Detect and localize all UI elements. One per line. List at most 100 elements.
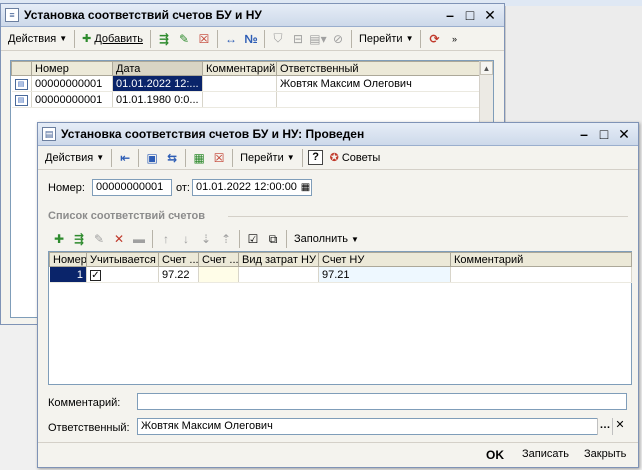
toolbar-separator: [301, 148, 303, 167]
toolbar-overflow-icon[interactable]: »: [444, 29, 464, 49]
select-all-icon[interactable]: ☑: [243, 229, 263, 249]
unpost-document-icon[interactable]: ⇆: [162, 148, 182, 168]
copy-row-icon[interactable]: ⇶: [69, 229, 89, 249]
end-edit-icon[interactable]: ▬: [129, 229, 149, 249]
cell-responsible[interactable]: [276, 91, 482, 108]
tips-label: Советы: [341, 151, 381, 164]
cell-account-2[interactable]: [198, 266, 239, 283]
cell-number[interactable]: 1: [49, 266, 87, 283]
tips-button[interactable]: ✪ Советы: [326, 148, 385, 168]
cell-number[interactable]: 00000000001: [31, 75, 113, 92]
filter-history-icon[interactable]: ▤▾: [308, 29, 328, 49]
column-header-comment[interactable]: Комментарий: [202, 61, 277, 76]
toolbar-separator: [286, 230, 287, 248]
filter-by-value-icon[interactable]: ⊟: [288, 29, 308, 49]
add-button-label: Добавить: [94, 32, 143, 45]
copy-icon[interactable]: ⧉: [263, 229, 283, 249]
mark-delete-icon[interactable]: ☒: [194, 29, 214, 49]
cell-cost-type[interactable]: [238, 266, 319, 283]
column-header-account-2[interactable]: Счет ...: [198, 252, 239, 267]
cell-number[interactable]: 00000000001: [31, 91, 113, 108]
post-and-close-icon[interactable]: ⇤: [115, 148, 135, 168]
clear-filter-icon[interactable]: ⊘: [328, 29, 348, 49]
cell-comment[interactable]: [202, 91, 277, 108]
actions-menu-button[interactable]: Действия ▼: [41, 148, 108, 168]
maximize-icon[interactable]: □: [460, 7, 480, 23]
number-label: Номер:: [48, 182, 85, 194]
post-document-icon[interactable]: ▣: [142, 148, 162, 168]
ok-button[interactable]: OK: [486, 448, 504, 462]
toolbar-separator: [185, 148, 187, 167]
cell-date[interactable]: 01.01.1980 0:0...: [112, 91, 203, 108]
goto-menu-button[interactable]: Перейти ▼: [355, 29, 418, 49]
comment-input[interactable]: [137, 393, 627, 410]
toolbar-separator: [216, 29, 218, 48]
toolbar-separator: [239, 230, 240, 248]
maximize-icon[interactable]: □: [594, 126, 614, 142]
actions-menu-button[interactable]: Действия ▼: [4, 29, 71, 49]
edit-row-icon[interactable]: ✎: [174, 29, 194, 49]
add-button[interactable]: ✚ Добавить: [78, 29, 147, 49]
cell-account-nu[interactable]: 97.21: [318, 266, 451, 283]
delete-movements-icon[interactable]: ☒: [209, 148, 229, 168]
filter-icon[interactable]: ⛉: [268, 29, 288, 49]
dropdown-arrow-icon: ▼: [286, 153, 295, 162]
column-header-number[interactable]: Номер: [31, 61, 113, 76]
clear-field-icon[interactable]: ✕: [612, 418, 627, 435]
column-header-responsible[interactable]: Ответственный: [276, 61, 482, 76]
bottom-divider: [38, 442, 638, 443]
fill-menu-label: Заполнить: [294, 233, 349, 245]
document-window-titlebar[interactable]: ▤ Установка соответствия счетов БУ и НУ:…: [38, 123, 638, 146]
edit-row-icon[interactable]: ✎: [89, 229, 109, 249]
move-up-icon[interactable]: ↑: [156, 229, 176, 249]
close-button[interactable]: Закрыть: [584, 448, 626, 460]
cell-account-bu[interactable]: 97.22: [158, 266, 199, 283]
minimize-icon[interactable]: –: [440, 7, 460, 23]
column-header-account-nu[interactable]: Счет НУ: [318, 252, 451, 267]
counted-checkbox[interactable]: ✓: [90, 269, 101, 281]
sort-descending-icon[interactable]: ⇡: [216, 229, 236, 249]
cell-comment[interactable]: [202, 75, 277, 92]
find-by-number-icon[interactable]: №: [241, 29, 261, 49]
cell-counted[interactable]: ✓: [86, 266, 159, 283]
cell-comment[interactable]: [450, 266, 632, 283]
move-down-icon[interactable]: ↓: [176, 229, 196, 249]
copy-row-icon[interactable]: ⇶: [154, 29, 174, 49]
save-button[interactable]: Записать: [522, 448, 569, 460]
dropdown-arrow-icon: ▼: [96, 153, 105, 162]
calendar-icon[interactable]: ▦: [299, 180, 312, 195]
goto-menu-label: Перейти: [240, 151, 284, 164]
column-header-cost-type[interactable]: Вид затрат НУ: [238, 252, 319, 267]
table-row[interactable]: ▤ 00000000001 01.01.2022 12:... Жовтяк М…: [11, 75, 482, 92]
help-button[interactable]: ?: [306, 148, 326, 168]
column-header-date[interactable]: Дата: [112, 61, 203, 76]
number-input[interactable]: 00000000001: [92, 179, 172, 196]
cell-responsible[interactable]: Жовтяк Максим Олегович: [276, 75, 482, 92]
minimize-icon[interactable]: –: [574, 126, 594, 142]
column-header-account-bu[interactable]: Счет ...: [158, 252, 199, 267]
refresh-icon[interactable]: ⟳: [424, 29, 444, 49]
close-icon[interactable]: ✕: [480, 7, 500, 24]
table-row[interactable]: 1 ✓ 97.22 97.21: [49, 266, 632, 283]
list-window-titlebar[interactable]: ≡ Установка соответствий счетов БУ и НУ …: [1, 4, 504, 27]
scroll-up-icon[interactable]: ▲: [480, 61, 493, 75]
interval-icon[interactable]: ↔: [221, 29, 241, 49]
add-row-icon[interactable]: ✚: [49, 229, 69, 249]
movements-icon[interactable]: ▦: [189, 148, 209, 168]
responsible-input[interactable]: Жовтяк Максим Олегович: [137, 418, 627, 435]
column-header-number[interactable]: Номер: [49, 252, 87, 267]
actions-menu-label: Действия: [45, 151, 94, 164]
delete-row-icon[interactable]: ✕: [109, 229, 129, 249]
select-ellipsis-icon[interactable]: …: [597, 418, 612, 435]
goto-menu-button[interactable]: Перейти ▼: [236, 148, 299, 168]
document-window: ▤ Установка соответствия счетов БУ и НУ:…: [37, 122, 639, 468]
column-header-counted[interactable]: Учитывается: [86, 252, 159, 267]
column-header-comment[interactable]: Комментарий: [450, 252, 632, 267]
list-window-icon: ≡: [5, 8, 19, 22]
sort-ascending-icon[interactable]: ⇣: [196, 229, 216, 249]
date-input[interactable]: 01.01.2022 12:00:00: [192, 179, 312, 196]
fill-menu-button[interactable]: Заполнить ▼: [290, 229, 363, 249]
cell-date[interactable]: 01.01.2022 12:...: [112, 75, 203, 92]
close-icon[interactable]: ✕: [614, 126, 634, 143]
table-row[interactable]: ▤ 00000000001 01.01.1980 0:0...: [11, 91, 482, 108]
